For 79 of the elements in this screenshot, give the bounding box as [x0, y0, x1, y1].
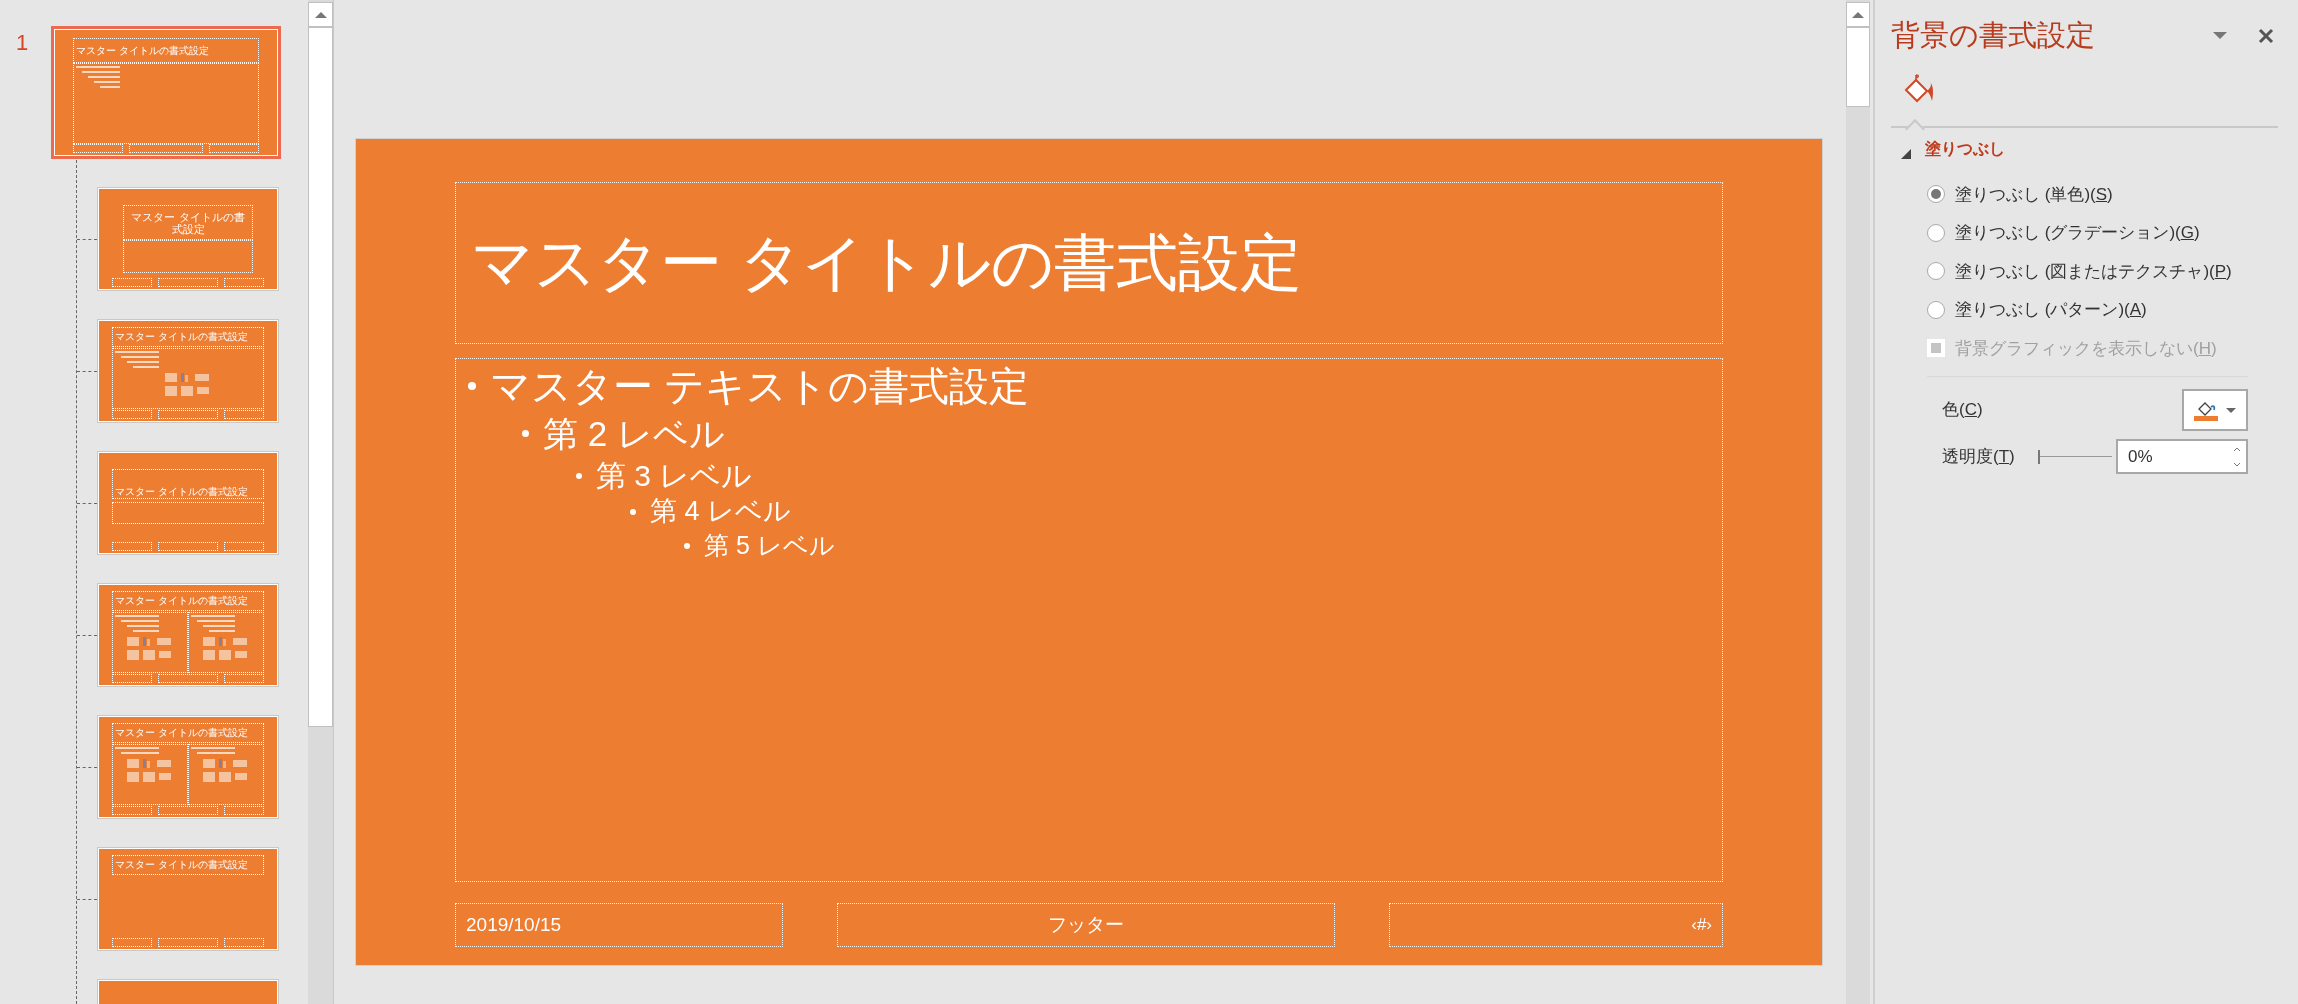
- content-icons-drawing: [127, 759, 173, 783]
- footer-placeholder: [158, 410, 218, 419]
- footer-placeholder: [223, 938, 264, 947]
- radio-button[interactable]: [1927, 300, 1945, 319]
- radio-button[interactable]: [1927, 223, 1945, 242]
- radio-button[interactable]: [1927, 185, 1945, 204]
- footer-placeholder: [158, 674, 218, 683]
- caret-icon: [2226, 407, 2236, 413]
- thumbnail-title: マスター タイトルの書式設定: [115, 486, 248, 498]
- slide-thumbnail[interactable]: マスター タイトルの書式設定: [97, 451, 279, 555]
- scrollbar[interactable]: [1846, 0, 1870, 1004]
- footer-text: フッター: [1048, 912, 1124, 937]
- scroll-up-icon[interactable]: [1846, 2, 1870, 27]
- footer-placeholder: [112, 410, 153, 419]
- footer-placeholder: [209, 144, 259, 153]
- slide-title: マスター タイトルの書式設定: [471, 227, 1303, 300]
- close-icon: [2258, 27, 2274, 44]
- transparency-field[interactable]: 0%: [2116, 439, 2248, 474]
- footer-placeholder: [158, 806, 218, 815]
- bullet-icon: [576, 472, 582, 479]
- pane-title: 背景の書式設定: [1891, 18, 2096, 53]
- footer-placeholder: [158, 938, 218, 947]
- radio-label: 塗りつぶし (グラデーション)(G): [1955, 222, 2200, 244]
- slide-thumbnail[interactable]: マスター タイトルの書式設定: [51, 26, 281, 159]
- checkbox-label: 背景グラフィックを表示しない(H): [1955, 337, 2217, 360]
- footer-placeholder: [223, 806, 264, 815]
- footer-placeholder: [112, 938, 153, 947]
- thumbnail-title: マスター タイトルの書式設定: [115, 859, 248, 871]
- transparency-slider[interactable]: [2038, 449, 2112, 464]
- slide-thumbnail[interactable]: マスター タイトルの書式設定: [97, 583, 279, 687]
- transparency-label: 透明度(T): [1942, 445, 2016, 468]
- slide-thumbnail[interactable]: マスター タイトルの書式設定: [97, 187, 279, 291]
- thumbnail-title: マスター タイトルの書式設定: [115, 727, 248, 739]
- bullet-icon: [522, 430, 529, 438]
- bullet-text: 第 3 レベル: [596, 457, 753, 494]
- bullet-text: マスター テキストの書式設定: [490, 363, 1030, 410]
- bullet-icon: [630, 509, 636, 516]
- footer-placeholder: [112, 806, 153, 815]
- radio-label: 塗りつぶし (単色)(S): [1955, 183, 2113, 206]
- caret-icon: [2213, 32, 2227, 40]
- slide-thumbnail[interactable]: マスター タイトルの書式設定: [97, 847, 279, 951]
- bullet-icon: [468, 382, 476, 390]
- bullet-icon: [684, 542, 690, 549]
- slide-number: 1: [15, 29, 30, 54]
- radio-button[interactable]: [1927, 262, 1945, 281]
- bullet-text: 第 5 レベル: [704, 530, 835, 561]
- content-icons-drawing: [165, 373, 211, 397]
- footer-placeholder: [158, 542, 218, 551]
- footer-placeholder: [73, 144, 123, 153]
- footer-placeholder: [112, 674, 153, 683]
- scroll-thumb[interactable]: [1846, 27, 1870, 107]
- scroll-up-icon[interactable]: [308, 2, 333, 27]
- thumbnail-title: マスター タイトルの書式設定: [130, 210, 246, 235]
- slide-thumbnail[interactable]: マスター タイトルの書式設定: [97, 319, 279, 423]
- thumbnail-title: マスター タイトルの書式設定: [76, 44, 209, 57]
- footer-placeholder: [112, 542, 153, 551]
- color-label: 色(C): [1942, 399, 1984, 422]
- thumbnail-title: マスター タイトルの書式設定: [115, 331, 248, 343]
- slide-thumbnail[interactable]: マスター タイトルの書式設定: [97, 715, 279, 819]
- footer-placeholder: [223, 542, 264, 551]
- radio-label: 塗りつぶし (パターン)(A): [1955, 299, 2147, 321]
- footer-placeholder: [223, 674, 264, 683]
- section-header[interactable]: 塗りつぶし: [1901, 133, 2278, 164]
- footer-placeholder: [223, 278, 264, 287]
- content-icons-drawing: [203, 637, 249, 661]
- content-icons-drawing: [203, 759, 249, 783]
- scroll-thumb[interactable]: [308, 27, 333, 727]
- date-text: 2019/10/15: [466, 912, 562, 937]
- slide-number-text: ‹#›: [1691, 914, 1712, 937]
- footer-placeholder: [112, 278, 153, 287]
- radio-label: 塗りつぶし (図またはテクスチャ)(P): [1955, 260, 2232, 283]
- footer-placeholder: [223, 410, 264, 419]
- footer-placeholder: [158, 278, 218, 287]
- content-icons-drawing: [127, 637, 173, 661]
- color-picker-button[interactable]: [2182, 389, 2248, 431]
- bullet-text: 第 4 レベル: [650, 495, 792, 529]
- bullet-text: 第 2 レベル: [543, 413, 725, 455]
- scrollbar[interactable]: [308, 0, 334, 1004]
- thumbnail-title: マスター タイトルの書式設定: [115, 595, 248, 607]
